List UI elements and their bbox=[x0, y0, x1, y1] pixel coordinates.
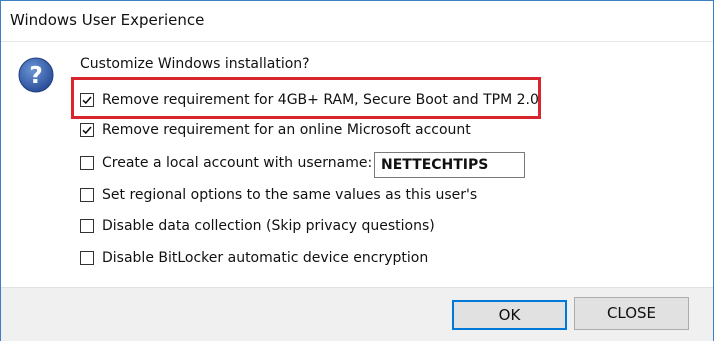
prompt-text: Customize Windows installation? bbox=[80, 56, 310, 72]
checkbox[interactable] bbox=[80, 156, 94, 170]
dialog-window: Windows User Experience ? Customize Wind… bbox=[0, 0, 714, 341]
checkbox[interactable] bbox=[80, 123, 94, 137]
option-remove-online-account[interactable]: Remove requirement for an online Microso… bbox=[80, 121, 480, 141]
question-icon: ? bbox=[17, 56, 55, 94]
option-disable-bitlocker[interactable]: Disable BitLocker automatic device encry… bbox=[80, 249, 440, 269]
option-label: Remove requirement for an online Microso… bbox=[102, 122, 471, 138]
button-bar: OK CLOSE bbox=[1, 287, 713, 341]
option-regional-settings[interactable]: Set regional options to the same values … bbox=[80, 186, 480, 206]
checkmark-icon bbox=[82, 96, 92, 105]
ok-button[interactable]: OK bbox=[452, 300, 567, 330]
option-local-account[interactable]: Create a local account with username: bbox=[80, 154, 373, 174]
option-label: Remove requirement for 4GB+ RAM, Secure … bbox=[102, 92, 539, 108]
username-input[interactable] bbox=[374, 152, 525, 178]
close-button[interactable]: CLOSE bbox=[574, 297, 689, 330]
title-bar[interactable]: Windows User Experience bbox=[1, 1, 713, 42]
option-disable-data-collection[interactable]: Disable data collection (Skip privacy qu… bbox=[80, 217, 440, 237]
svg-text:?: ? bbox=[29, 63, 42, 89]
option-label: Disable data collection (Skip privacy qu… bbox=[102, 218, 435, 234]
checkmark-icon bbox=[82, 126, 92, 135]
window-title: Windows User Experience bbox=[10, 11, 205, 29]
checkbox[interactable] bbox=[80, 219, 94, 233]
checkbox[interactable] bbox=[80, 251, 94, 265]
option-remove-hardware-requirements[interactable]: Remove requirement for 4GB+ RAM, Secure … bbox=[80, 91, 539, 111]
checkbox[interactable] bbox=[80, 93, 94, 107]
option-label: Disable BitLocker automatic device encry… bbox=[102, 250, 429, 266]
option-label: Set regional options to the same values … bbox=[102, 187, 478, 203]
checkbox[interactable] bbox=[80, 188, 94, 202]
option-label: Create a local account with username: bbox=[102, 155, 373, 171]
